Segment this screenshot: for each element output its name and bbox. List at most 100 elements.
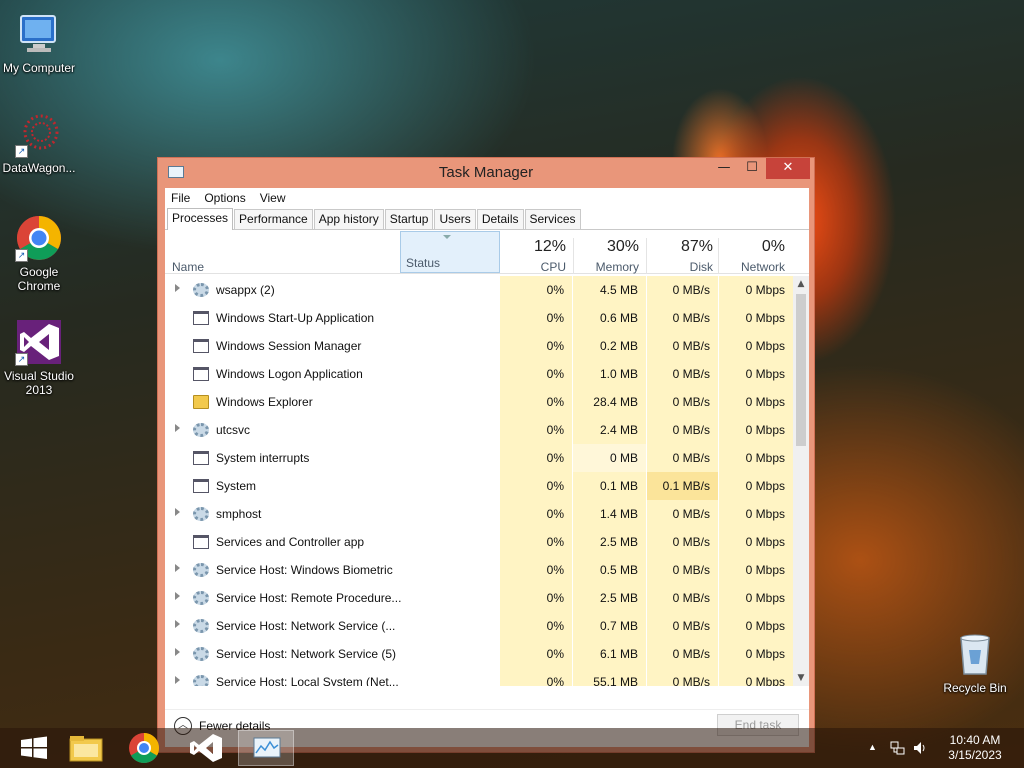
visual-studio-icon bbox=[190, 734, 222, 762]
memory-cell: 6.1 MB bbox=[573, 640, 646, 668]
tab-details[interactable]: Details bbox=[476, 209, 524, 229]
process-name: Service Host: Network Service (5) bbox=[216, 647, 397, 661]
maximize-button[interactable]: ☐ bbox=[738, 158, 766, 179]
process-name: utcsvc bbox=[216, 423, 251, 437]
minimize-button[interactable]: — bbox=[710, 158, 738, 179]
network-cell: 0 Mbps bbox=[719, 444, 793, 472]
memory-cell: 0.5 MB bbox=[573, 556, 646, 584]
taskbar-chrome[interactable] bbox=[116, 730, 172, 766]
scroll-down-arrow-icon[interactable]: ▼ bbox=[793, 670, 809, 686]
title-bar[interactable]: Task Manager — ☐ ✕ bbox=[158, 158, 814, 188]
expand-arrow-icon[interactable] bbox=[175, 620, 180, 628]
disk-cell: 0 MB/s bbox=[647, 528, 718, 556]
process-row[interactable]: Windows Explorer 0% 28.4 MB 0 MB/s 0 Mbps bbox=[165, 388, 793, 416]
process-row[interactable]: Windows Start-Up Application 0% 0.6 MB 0 MB… bbox=[165, 304, 793, 332]
process-row[interactable]: Service Host: Remote Procedure... 0% 2.5 M… bbox=[165, 584, 793, 612]
expand-arrow-icon[interactable] bbox=[175, 592, 180, 600]
column-network-header[interactable]: Network bbox=[719, 260, 785, 274]
gear-icon bbox=[193, 591, 209, 605]
process-row[interactable]: Windows Logon Application 0% 1.0 MB 0 MB/s 0… bbox=[165, 360, 793, 388]
gear-icon bbox=[193, 423, 209, 437]
memory-cell: 2.5 MB bbox=[573, 528, 646, 556]
process-row[interactable]: Service Host: Windows Biometric 0% 0.5 MB 0… bbox=[165, 556, 793, 584]
expand-arrow-icon[interactable] bbox=[175, 508, 180, 516]
memory-percent[interactable]: 30% bbox=[573, 238, 639, 256]
memory-cell: 2.5 MB bbox=[573, 584, 646, 612]
column-status-header[interactable]: Status bbox=[400, 231, 500, 273]
tab-performance[interactable]: Performance bbox=[234, 209, 313, 229]
column-cpu-header[interactable]: CPU bbox=[500, 260, 566, 274]
taskbar-file-explorer[interactable] bbox=[58, 730, 114, 766]
tab-app-history[interactable]: App history bbox=[313, 209, 384, 229]
network-cell: 0 Mbps bbox=[719, 276, 793, 304]
process-row[interactable]: System 0% 0.1 MB 0.1 MB/s 0 Mbps bbox=[165, 472, 793, 500]
tab-users[interactable]: Users bbox=[434, 209, 476, 229]
task-manager-window: Task Manager — ☐ ✕ File Options View Pro… bbox=[157, 157, 815, 753]
folder-icon bbox=[193, 395, 209, 409]
process-name: Windows Session Manager bbox=[216, 339, 362, 353]
computer-icon bbox=[15, 10, 63, 58]
window-client-area: File Options View Processes Performance … bbox=[165, 188, 809, 747]
desktop-icon-label: Recycle Bin bbox=[943, 681, 1007, 695]
menu-file[interactable]: File bbox=[171, 191, 190, 205]
cpu-cell: 0% bbox=[500, 388, 572, 416]
vertical-scrollbar[interactable]: ▲ ▼ bbox=[793, 276, 809, 686]
close-button[interactable]: ✕ bbox=[766, 158, 810, 179]
disk-cell: 0 MB/s bbox=[647, 416, 718, 444]
network-icon[interactable] bbox=[890, 740, 906, 759]
process-row[interactable]: Windows Session Manager 0% 0.2 MB 0 MB/s 0 M… bbox=[165, 332, 793, 360]
column-disk-header[interactable]: Disk bbox=[647, 260, 713, 274]
disk-cell: 0 MB/s bbox=[647, 640, 718, 668]
tab-services[interactable]: Services bbox=[524, 209, 581, 229]
network-cell: 0 Mbps bbox=[719, 584, 793, 612]
process-row[interactable]: System interrupts 0% 0 MB 0 MB/s 0 Mbps bbox=[165, 444, 793, 472]
scroll-up-arrow-icon[interactable]: ▲ bbox=[793, 276, 809, 292]
expand-arrow-icon[interactable] bbox=[175, 676, 180, 684]
tab-processes[interactable]: Processes bbox=[167, 208, 234, 230]
desktop-icon-recycle-bin[interactable]: Recycle Bin bbox=[936, 630, 1014, 695]
process-row[interactable]: Services and Controller app 0% 2.5 MB 0 MB/… bbox=[165, 528, 793, 556]
process-row[interactable]: Service Host: Network Service (5) 0% 6.1 M… bbox=[165, 640, 793, 668]
process-row[interactable]: smphost 0% 1.4 MB 0 MB/s 0 Mbps bbox=[165, 500, 793, 528]
tab-startup[interactable]: Startup bbox=[384, 209, 434, 229]
cpu-cell: 0% bbox=[500, 472, 572, 500]
disk-cell: 0 MB/s bbox=[647, 668, 718, 686]
volume-icon[interactable] bbox=[912, 740, 928, 759]
gear-icon bbox=[193, 647, 209, 661]
expand-arrow-icon[interactable] bbox=[175, 424, 180, 432]
network-cell: 0 Mbps bbox=[719, 612, 793, 640]
column-memory-header[interactable]: Memory bbox=[573, 260, 639, 274]
desktop-icon-my-computer[interactable]: My Computer bbox=[0, 10, 78, 75]
menu-view[interactable]: View bbox=[260, 191, 286, 205]
desktop-icon-google-chrome[interactable]: ↗ Google Chrome bbox=[0, 214, 78, 293]
column-name-header[interactable]: Name bbox=[172, 260, 204, 274]
desktop-icon-label: Google Chrome bbox=[17, 265, 61, 293]
show-hidden-icons-chevron-icon[interactable]: ▲ bbox=[868, 742, 877, 752]
clock-date: 3/15/2023 bbox=[948, 748, 1002, 762]
scrollbar-thumb[interactable] bbox=[796, 294, 806, 446]
process-row[interactable]: Service Host: Network Service (... 0% 0.7 … bbox=[165, 612, 793, 640]
desktop-icon-datawagon[interactable]: ↗ DataWagon... bbox=[0, 110, 78, 175]
start-button[interactable] bbox=[8, 730, 64, 766]
menu-options[interactable]: Options bbox=[204, 191, 245, 205]
disk-cell: 0 MB/s bbox=[647, 584, 718, 612]
disk-percent[interactable]: 87% bbox=[647, 238, 713, 256]
network-cell: 0 Mbps bbox=[719, 416, 793, 444]
process-row[interactable]: utcsvc 0% 2.4 MB 0 MB/s 0 Mbps bbox=[165, 416, 793, 444]
process-row[interactable]: wsappx (2) 0% 4.5 MB 0 MB/s 0 Mbps bbox=[165, 276, 793, 304]
process-name: System bbox=[216, 479, 257, 493]
window-icon bbox=[193, 535, 209, 549]
process-row[interactable]: Service Host: Local System (Net... 0% 55.1… bbox=[165, 668, 793, 686]
taskbar-task-manager[interactable] bbox=[238, 730, 294, 766]
clock[interactable]: 10:40 AM 3/15/2023 bbox=[940, 733, 1010, 763]
expand-arrow-icon[interactable] bbox=[175, 284, 180, 292]
process-name: Services and Controller app bbox=[216, 535, 365, 549]
cpu-percent[interactable]: 12% bbox=[500, 238, 566, 256]
network-percent[interactable]: 0% bbox=[719, 238, 785, 256]
chrome-icon: ↗ bbox=[15, 214, 63, 262]
taskbar-visual-studio[interactable] bbox=[178, 730, 234, 766]
process-name: Windows Logon Application bbox=[216, 367, 363, 381]
desktop-icon-visual-studio[interactable]: ↗ Visual Studio 2013 bbox=[0, 318, 78, 397]
expand-arrow-icon[interactable] bbox=[175, 564, 180, 572]
expand-arrow-icon[interactable] bbox=[175, 648, 180, 656]
